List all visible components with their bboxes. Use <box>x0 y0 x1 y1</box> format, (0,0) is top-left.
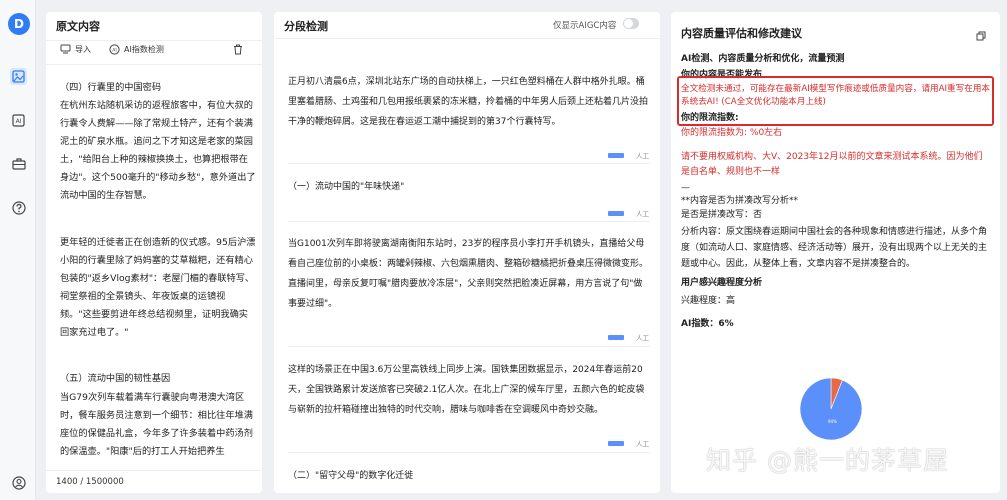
svg-text:AI: AI <box>112 47 117 53</box>
highlight-box <box>677 76 994 126</box>
limit-value: 你的限流指数为: %0左右 <box>681 128 783 138</box>
copy-icon[interactable] <box>976 26 986 45</box>
paragraph: （四）行囊里的中国密码 <box>60 82 162 93</box>
segment-tag-bar <box>608 440 624 446</box>
panel-title: 分段检测 <box>284 20 328 33</box>
segment-tag-bar <box>608 334 624 340</box>
divider <box>274 38 660 39</box>
pie-label: 94% <box>828 419 837 424</box>
segment-tag: 人工 <box>608 332 649 342</box>
segment-divider <box>288 163 650 164</box>
paragraph: 当G79次列车载着满车行囊驶向粤港澳大湾区时，餐车服务员注意到一个细节：相比往年… <box>60 392 253 457</box>
splice-result: 是否是拼凑改写：否 <box>681 210 763 220</box>
segment-tag: 人工 <box>608 150 649 160</box>
aigc-only-label: 仅显示AIGC内容 <box>553 21 617 31</box>
delete-button[interactable] <box>233 41 243 57</box>
import-label: 导入 <box>75 44 91 54</box>
ai-detect-button[interactable]: AI AI指数检测 <box>109 41 164 57</box>
aigc-only-toggle[interactable] <box>623 18 639 29</box>
segment-text: 正月初八清晨6点，深圳北站东广场的自动扶梯上，一只红色塑料桶在人群中格外扎眼。桶… <box>288 77 649 127</box>
segment-tag-label: 人工 <box>636 334 649 342</box>
briefcase-icon[interactable] <box>10 155 27 172</box>
segment-divider <box>288 221 650 222</box>
help-icon[interactable] <box>10 199 27 216</box>
splice-heading: **内容是否为拼凑改写分析** <box>681 196 799 206</box>
segment-tag: 人工 <box>608 208 649 218</box>
segment-detection-panel: 分段检测 仅显示AIGC内容 正月初八清晨6点，深圳北站东广场的自动扶梯上，一只… <box>274 12 660 493</box>
segment-tag-label: 人工 <box>636 440 649 448</box>
analysis-heading: AI检测、内容质量分析和优化，流量预测 <box>681 54 845 64</box>
ai-index-pie-chart: 94% <box>799 377 863 441</box>
segment-tag-bar <box>608 152 624 158</box>
segment-text: （一）流动中国的"年味快递" <box>288 182 405 192</box>
segment-divider <box>288 346 650 347</box>
segment-text: 当G1001次列车即将驶离湖南衡阳东站时，23岁的程序员小李打开手机镜头，直播给… <box>288 239 649 309</box>
side-rail: D AI <box>0 0 36 500</box>
segment-tag: 人工 <box>608 438 649 448</box>
segment-tag-label: 人工 <box>636 210 649 218</box>
pie-slice-人工 <box>799 377 863 441</box>
ai-icon[interactable]: AI <box>10 112 27 129</box>
paragraph: （五）流动中国的韧性基因 <box>60 373 171 384</box>
import-button[interactable]: 导入 <box>60 41 91 57</box>
ai-detect-label: AI指数检测 <box>124 44 164 54</box>
ai-index-value: 6% <box>718 319 734 329</box>
app-logo[interactable]: D <box>8 13 30 35</box>
warning-text: 请不要用权威机构、大V、2023年12月以前的文章来测试本系统。因为他们是自名单… <box>681 152 983 177</box>
paragraph: 在杭州东站随机采访的返程旅客中，有位大叔的行囊令人费解——除了常规土特产，还有个… <box>60 100 256 201</box>
panel-title: 原文内容 <box>56 20 100 33</box>
char-counter: 1400 / 1500000 <box>56 477 124 487</box>
splice-analysis: 分析内容：原文围绕春运期间中国社会的各种现象和情感进行描述，从多个角度（如流动人… <box>681 227 988 269</box>
divider <box>46 470 262 471</box>
watermark: 知乎 @熊一的茅草屋 <box>706 446 949 475</box>
original-content-panel: 原文内容 导入 AI AI指数检测 （四）行囊里的中国密码 在杭州东站随机采访的… <box>46 12 262 493</box>
document-icon[interactable] <box>10 68 27 85</box>
interest-heading: 用户感兴趣程度分析 <box>681 278 763 288</box>
toggle-knob <box>624 19 633 28</box>
ai-icon: AI <box>109 43 120 55</box>
segment-tag-label: 人工 <box>636 152 649 160</box>
interest-value: 兴趣程度：高 <box>681 296 736 306</box>
paragraph: 更年轻的迁徙者正在创造新的仪式感。95后沪漂小阳的行囊里除了妈妈塞的艾草糍粑，还… <box>60 237 256 338</box>
panel-title: 内容质量评估和修改建议 <box>681 27 802 40</box>
svg-text:AI: AI <box>16 118 22 125</box>
segment-text: 这样的场景正在中国3.6万公里高铁线上同步上演。国铁集团数据显示，2024年春运… <box>288 365 645 415</box>
quality-evaluation-panel: 内容质量评估和修改建议 AI检测、内容质量分析和优化，流量预测 你的内容是否能发… <box>671 12 1000 493</box>
segment-tag-bar <box>608 210 624 216</box>
ai-index-label: AI指数： <box>681 319 719 329</box>
segment-text: （二）"留守父母"的数字化迁徙 <box>288 471 414 481</box>
import-icon <box>60 44 71 54</box>
ai-index: AI指数：6% <box>681 317 991 332</box>
user-icon[interactable] <box>10 474 27 491</box>
segment-divider <box>288 452 650 453</box>
divider <box>46 64 262 65</box>
trash-icon <box>234 44 242 54</box>
